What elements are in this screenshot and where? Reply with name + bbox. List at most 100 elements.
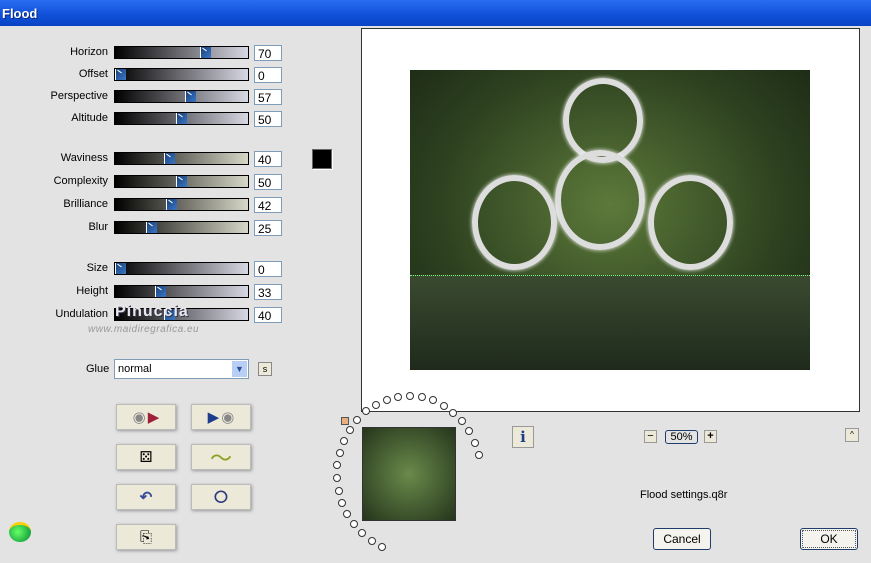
wave-button[interactable]: 〜	[191, 444, 251, 471]
navigator-dot	[353, 415, 362, 424]
cancel-button[interactable]: Cancel	[653, 528, 711, 550]
navigator-dot	[335, 448, 344, 457]
navigator-dot	[361, 407, 370, 416]
slider-value-input[interactable]: 40	[254, 151, 282, 167]
info-button[interactable]: i	[512, 426, 534, 448]
slider-track[interactable]	[114, 152, 249, 165]
undo-icon: ↶	[139, 489, 153, 506]
slider-track[interactable]	[114, 175, 249, 188]
title-bar: Flood	[0, 0, 871, 26]
disc-icon: ◉	[132, 409, 146, 426]
navigator-dot	[465, 427, 474, 436]
preview-image	[410, 70, 810, 370]
copy-icon: ⎘	[139, 528, 152, 546]
slider-label: Horizon	[70, 46, 108, 58]
slider-track[interactable]	[114, 285, 249, 298]
navigator-handle[interactable]	[341, 417, 349, 425]
slider-value-input[interactable]: 0	[254, 67, 282, 83]
navigator-dot	[449, 408, 458, 417]
slider-label: Undulation	[55, 308, 108, 320]
slider-row-brilliance: Brilliance 42	[0, 197, 300, 213]
ring-icon: ⭘	[213, 486, 229, 507]
play-icon: ▶	[207, 409, 220, 426]
slider-row-waviness: Waviness 40	[0, 151, 300, 167]
slider-thumb[interactable]	[200, 47, 212, 58]
navigator-dot	[405, 392, 414, 400]
slider-track[interactable]	[114, 262, 249, 275]
wave-icon: 〜	[209, 446, 232, 471]
color-swatch[interactable]	[312, 149, 332, 169]
disc-icon: ◉	[221, 409, 235, 426]
collapse-button[interactable]: ^	[845, 428, 859, 442]
navigator-dot	[338, 498, 347, 507]
save-preset-button[interactable]: ▶ ◉	[191, 404, 251, 430]
slider-track[interactable]	[114, 112, 249, 125]
preview-pane[interactable]	[361, 28, 860, 412]
slider-thumb[interactable]	[184, 91, 196, 102]
slider-label: Altitude	[71, 112, 108, 124]
navigator-dot	[334, 486, 343, 495]
slider-thumb[interactable]	[176, 176, 187, 187]
play-icon: ▶	[147, 409, 160, 426]
slider-track[interactable]	[114, 46, 249, 59]
slider-value-input[interactable]: 40	[254, 307, 282, 323]
slider-thumb[interactable]	[115, 263, 126, 274]
slider-value-input[interactable]: 50	[254, 111, 282, 127]
ok-button[interactable]: OK	[800, 528, 858, 550]
slider-value-input[interactable]: 70	[254, 45, 282, 61]
slider-thumb[interactable]	[155, 286, 167, 297]
navigator-dot	[343, 510, 352, 519]
slider-track[interactable]	[114, 198, 249, 211]
zoom-level: 50%	[665, 430, 698, 444]
navigator-dot	[458, 417, 467, 426]
slider-thumb[interactable]	[166, 199, 178, 210]
slider-row-size: Size 0	[0, 261, 300, 277]
glue-select[interactable]: normal ▼	[114, 359, 249, 379]
slider-row-complexity: Complexity 50	[0, 174, 300, 190]
slider-value-input[interactable]: 25	[254, 220, 282, 236]
navigator-dot	[417, 393, 426, 402]
navigator-dot	[394, 392, 403, 401]
navigator-dot	[345, 425, 354, 434]
watermark-name: Pinuccia	[115, 303, 189, 320]
load-preset-button[interactable]: ◉ ▶	[116, 404, 176, 430]
zoom-out-button[interactable]: −	[644, 430, 657, 443]
slider-thumb[interactable]	[145, 222, 157, 233]
slider-label: Perspective	[50, 90, 108, 102]
glue-value: normal	[118, 363, 152, 375]
slider-label: Waviness	[60, 152, 108, 164]
slider-thumb[interactable]	[176, 113, 187, 124]
dice-icon: ⚄	[139, 449, 153, 466]
navigator-dot	[358, 529, 367, 538]
navigator-dot	[333, 473, 342, 482]
slider-thumb[interactable]	[163, 153, 175, 164]
randomize-button[interactable]: ⚄	[116, 444, 176, 470]
slider-value-input[interactable]: 0	[254, 261, 282, 277]
navigator-dot	[439, 401, 448, 410]
copy-button[interactable]: ⎘	[116, 524, 176, 550]
slider-value-input[interactable]: 33	[254, 284, 282, 300]
navigator-dot	[378, 542, 387, 551]
slider-row-height: Height 33	[0, 284, 300, 300]
slider-label: Blur	[88, 221, 108, 233]
reset-button[interactable]: ⭘	[191, 484, 251, 510]
slider-track[interactable]	[114, 90, 249, 103]
glue-s-button[interactable]: s	[258, 362, 272, 376]
slider-label: Height	[76, 285, 108, 297]
slider-row-blur: Blur 25	[0, 220, 300, 236]
slider-value-input[interactable]: 57	[254, 89, 282, 105]
slider-row-offset: Offset 0	[0, 67, 300, 83]
navigator-dot	[333, 461, 342, 470]
slider-label: Complexity	[53, 175, 108, 187]
horizon-line[interactable]	[410, 275, 810, 276]
slider-value-input[interactable]: 42	[254, 197, 282, 213]
navigator-thumbnail[interactable]	[362, 427, 456, 521]
slider-track[interactable]	[114, 68, 249, 81]
undo-button[interactable]: ↶	[116, 484, 176, 510]
slider-label: Offset	[78, 68, 108, 80]
zoom-in-button[interactable]: +	[704, 430, 717, 443]
slider-value-input[interactable]: 50	[254, 174, 282, 190]
slider-track[interactable]	[114, 221, 249, 234]
chevron-down-icon[interactable]: ▼	[232, 361, 247, 377]
slider-thumb[interactable]	[115, 69, 126, 80]
